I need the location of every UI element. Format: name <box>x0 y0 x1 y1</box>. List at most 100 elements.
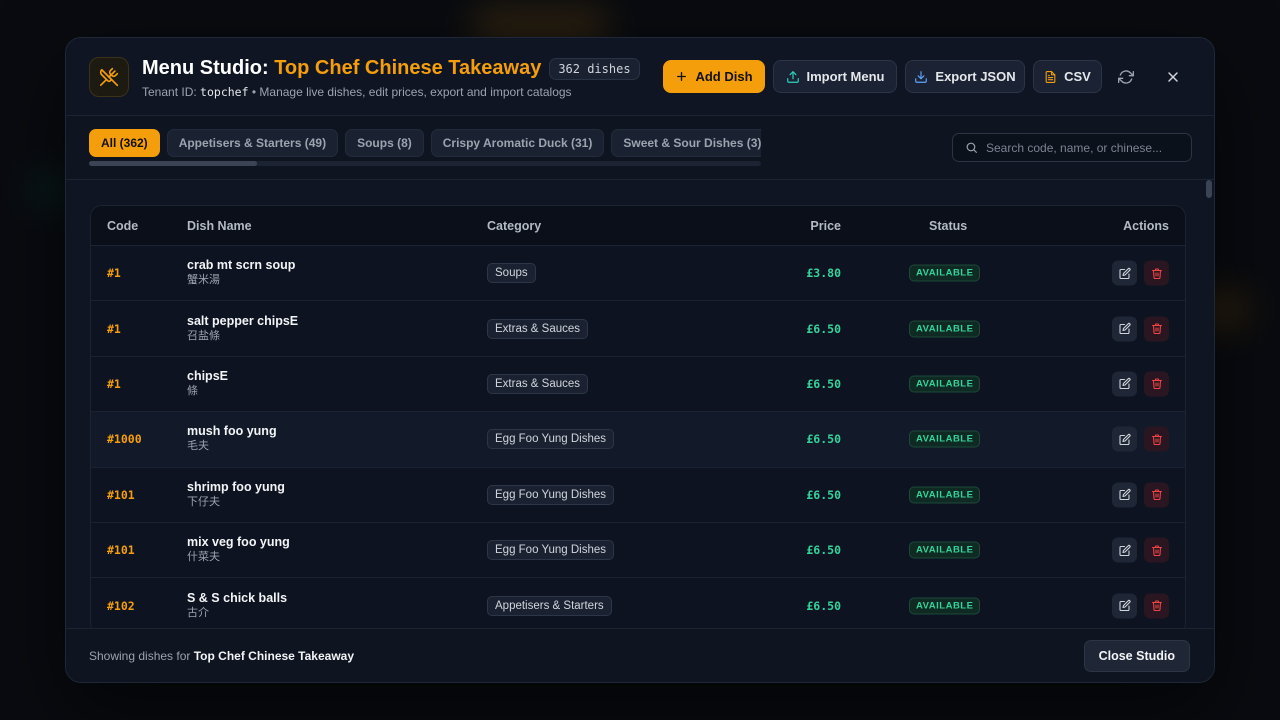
menu-studio-modal: Menu Studio: Top Chef Chinese Takeaway 3… <box>65 37 1215 683</box>
dish-price: £6.50 <box>806 321 841 336</box>
table-row: #102 S & S chick balls 古介 Appetisers & Star… <box>91 578 1185 628</box>
edit-icon <box>1118 378 1131 390</box>
delete-dish-button[interactable] <box>1144 426 1169 452</box>
delete-dish-button[interactable] <box>1144 371 1169 397</box>
add-dish-button[interactable]: Add Dish <box>663 60 765 93</box>
trash-icon <box>1151 378 1163 390</box>
status-badge: AVAILABLE <box>909 264 981 282</box>
col-code: Code <box>107 218 139 233</box>
edit-dish-button[interactable] <box>1112 316 1137 342</box>
edit-dish-button[interactable] <box>1112 537 1137 563</box>
trash-icon <box>1151 267 1163 279</box>
table-row: #101 shrimp foo yung 下仔夫 Egg Foo Yung Dishe… <box>91 467 1185 523</box>
dish-chinese-name: 召盐條 <box>187 329 220 342</box>
col-actions: Actions <box>1123 218 1169 233</box>
file-text-icon <box>1045 70 1056 83</box>
dish-price: £6.50 <box>806 432 841 447</box>
dish-price: £6.50 <box>806 598 841 613</box>
edit-dish-button[interactable] <box>1112 593 1137 619</box>
edit-dish-button[interactable] <box>1112 482 1137 508</box>
dish-price: £6.50 <box>806 376 841 391</box>
dish-chinese-name: 古介 <box>187 606 209 619</box>
status-badge: AVAILABLE <box>909 375 981 393</box>
edit-icon <box>1118 322 1131 335</box>
dish-table: Code Dish Name Category Price Status Act… <box>90 205 1186 628</box>
import-menu-button[interactable]: Import Menu <box>773 60 897 93</box>
footer-restaurant: Top Chef Chinese Takeaway <box>193 649 354 663</box>
edit-icon <box>1118 544 1131 556</box>
edit-icon <box>1118 267 1131 279</box>
restaurant-name: Top Chef Chinese Takeaway <box>274 57 542 79</box>
delete-dish-button[interactable] <box>1144 482 1169 508</box>
dish-chinese-name: 條 <box>187 384 198 397</box>
tenant-subtitle: Tenant ID: topchef • Manage live dishes,… <box>142 85 572 99</box>
tab-category[interactable]: Crispy Aromatic Duck (31) <box>430 129 605 157</box>
dish-price: £3.80 <box>806 266 841 281</box>
delete-dish-button[interactable] <box>1144 537 1169 563</box>
edit-dish-button[interactable] <box>1112 371 1137 397</box>
refresh-icon <box>1118 69 1134 84</box>
export-csv-button[interactable]: CSV <box>1033 60 1102 93</box>
dish-name: shrimp foo yung <box>187 479 285 494</box>
trash-icon <box>1151 544 1163 556</box>
category-badge: Extras & Sauces <box>487 318 589 339</box>
tab-category[interactable]: All (362) <box>89 129 160 157</box>
table-row: #1 crab mt scrn soup 蟹米湯 Soups £3.80 AVAILABL… <box>91 246 1185 302</box>
edit-dish-button[interactable] <box>1112 426 1137 452</box>
search-icon <box>966 142 977 153</box>
dish-code: #1 <box>107 376 121 391</box>
col-status: Status <box>929 218 968 233</box>
delete-dish-button[interactable] <box>1144 316 1169 342</box>
delete-dish-button[interactable] <box>1144 593 1169 619</box>
status-badge: AVAILABLE <box>909 541 981 559</box>
page-title: Menu Studio: Top Chef Chinese Takeaway <box>142 57 542 79</box>
dish-name-cell: chipsE 條 <box>187 369 228 399</box>
refresh-button[interactable] <box>1110 60 1142 93</box>
dish-chinese-name: 毛夫 <box>187 440 209 453</box>
dish-price: £6.50 <box>806 543 841 558</box>
col-category: Category <box>487 218 542 233</box>
dish-list-area: Code Dish Name Category Price Status Act… <box>66 180 1214 628</box>
content-scrollbar[interactable] <box>1206 180 1212 628</box>
status-badge: AVAILABLE <box>909 430 981 448</box>
tab-category[interactable]: Sweet & Sour Dishes (3) <box>611 129 761 157</box>
tab-category[interactable]: Appetisers & Starters (49) <box>166 129 339 157</box>
dish-name: salt pepper chipsE <box>187 313 299 328</box>
tabs-scrollbar[interactable] <box>89 161 761 166</box>
dish-name-cell: mush foo yung 毛夫 <box>187 424 277 454</box>
col-name: Dish Name <box>187 218 252 233</box>
dish-code: #101 <box>107 487 135 502</box>
category-badge: Extras & Sauces <box>487 373 589 394</box>
dish-chinese-name: 下仔夫 <box>187 495 220 508</box>
close-studio-button[interactable]: Close Studio <box>1083 640 1190 672</box>
dish-code: #1 <box>107 266 121 281</box>
dish-name-cell: crab mt scrn soup 蟹米湯 <box>187 258 295 288</box>
table-row: #1 chipsE 條 Extras & Sauces £6.50 AVAILABLE <box>91 356 1185 413</box>
dish-chinese-name: 蟹米湯 <box>187 274 220 287</box>
search-box[interactable] <box>952 133 1192 162</box>
tab-category[interactable]: Soups (8) <box>345 129 424 157</box>
edit-dish-button[interactable] <box>1112 260 1137 286</box>
category-badge: Egg Foo Yung Dishes <box>487 429 615 450</box>
dish-count-badge: 362 dishes <box>549 57 640 80</box>
tenant-id: topchef <box>200 85 249 99</box>
trash-icon <box>1151 433 1163 445</box>
dish-name: mix veg foo yung <box>187 535 290 550</box>
upload-icon <box>786 70 799 83</box>
export-json-button[interactable]: Export JSON <box>905 60 1025 93</box>
close-modal-button[interactable] <box>1157 60 1189 93</box>
tabs-scroll-thumb[interactable] <box>89 161 257 166</box>
status-badge: AVAILABLE <box>909 320 981 338</box>
search-input[interactable] <box>986 140 1176 155</box>
category-badge: Egg Foo Yung Dishes <box>487 540 615 561</box>
trash-icon <box>1151 489 1163 501</box>
content-scroll-thumb[interactable] <box>1206 180 1212 198</box>
trash-icon <box>1151 323 1163 335</box>
dish-name-cell: shrimp foo yung 下仔夫 <box>187 480 285 510</box>
delete-dish-button[interactable] <box>1144 260 1169 286</box>
dish-code: #101 <box>107 543 135 558</box>
close-icon <box>1168 71 1178 82</box>
dish-name-cell: mix veg foo yung 什菜夫 <box>187 535 290 565</box>
dish-chinese-name: 什菜夫 <box>187 551 220 564</box>
modal-header: Menu Studio: Top Chef Chinese Takeaway 3… <box>66 38 1214 116</box>
